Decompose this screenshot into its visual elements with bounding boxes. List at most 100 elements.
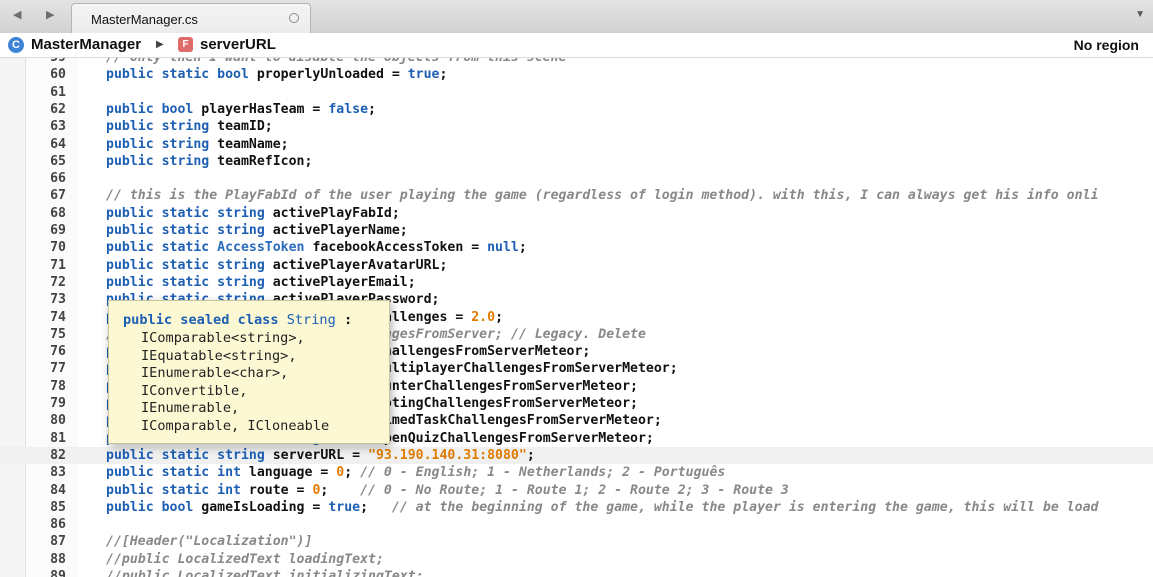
code-token: // 0 - English; 1 - Netherlands; 2 - Por… [360,465,726,481]
code-token: teamName; [217,136,289,152]
code-text: public static string activePlayerAvatarU… [106,257,447,274]
breadcrumb-member[interactable]: serverURL [200,36,276,53]
code-text: public static string activePlayerEmail; [106,274,416,291]
code-text: public string teamRefIcon; [106,153,312,170]
line-number: 59 [26,58,66,66]
code-token: ; [368,101,376,117]
tooltip-interface: IConvertible, [141,382,248,399]
region-selector[interactable]: No region [1074,37,1139,53]
code-token: > votingChallengesFromServerMeteor; [360,396,638,411]
code-line[interactable]: 86 [0,516,1153,533]
code-text: // only then I want to disable the objec… [106,58,567,66]
code-line[interactable]: 64 public string teamName; [0,136,1153,153]
forward-arrow-icon[interactable]: ▶ [46,8,54,21]
code-line[interactable]: 82 public static string serverURL = "93.1… [0,446,1153,465]
code-token: activePlayerName; [272,223,408,238]
code-token: //public LocalizedText initializingText; [106,569,424,577]
code-token: activePlayerAvatarURL; [272,257,448,273]
tooltip-keywords: public sealed class [123,312,287,328]
code-text: public string teamID; [106,118,273,135]
code-token: > multiplayerChallengesFromServerMeteor; [360,361,678,377]
code-token: ; [526,447,535,463]
tab-master-manager[interactable]: MasterManager.cs [71,3,311,33]
code-text: // this is the PlayFabId of the user pla… [106,187,1098,204]
tab-label: MasterManager.cs [91,12,198,27]
code-text: public static AccessToken facebookAccess… [106,239,527,256]
code-text: public static string serverURL = "93.190… [106,447,535,464]
code-line[interactable]: 65 public string teamRefIcon; [0,153,1153,170]
code-token: public string [106,153,218,169]
code-line[interactable]: 83 public static int language = 0; // 0 -… [0,464,1153,481]
code-token: public static string [106,274,273,290]
tab-bar: ◀ ▶ MasterManager.cs ▼ [0,0,1153,34]
code-token: ; [518,240,527,256]
code-line[interactable]: 59 // only then I want to disable the obj… [0,58,1153,66]
close-tab-icon[interactable] [289,13,299,23]
code-token: gameIsLoading = [201,499,329,515]
code-line[interactable]: 70 public static AccessToken facebookAcce… [0,239,1153,256]
code-token: playerHasTeam = [201,101,329,117]
code-line[interactable]: 61 [0,84,1153,101]
tooltip-colon: : [335,312,353,328]
code-line[interactable]: 67 // this is the PlayFabId of the user p… [0,187,1153,204]
line-number: 71 [50,257,66,273]
back-arrow-icon[interactable]: ◀ [13,8,21,21]
code-line[interactable]: 66 [0,170,1153,187]
code-line[interactable]: 60 public static bool properlyUnloaded = … [0,66,1153,83]
line-number: 62 [50,101,66,117]
code-line[interactable]: 87 //[Header("Localization")] [0,533,1153,550]
line-number: 70 [50,240,66,256]
line-number: 86 [50,517,66,533]
tooltip-interface: IComparable, ICloneable [141,417,330,434]
tooltip-interface: IEquatable<string>, [141,347,297,364]
code-token: 2.0 [471,309,496,325]
code-token: public static string [106,257,273,273]
code-line[interactable]: 69 public static string activePlayerName; [0,222,1153,239]
line-number: 78 [50,378,66,394]
code-line[interactable]: 62 public bool playerHasTeam = false; [0,101,1153,118]
code-token: ; [439,67,448,83]
code-text: public static string activePlayerName; [106,222,408,239]
code-line[interactable]: 72 public static string activePlayerEmail… [0,274,1153,291]
breadcrumb-class[interactable]: MasterManager [31,36,141,53]
line-number: 82 [50,447,66,463]
tab-list-dropdown-icon[interactable]: ▼ [1135,9,1145,20]
code-token: activePlayerEmail; [272,274,416,290]
code-token: facebookAccessToken = [312,240,488,256]
code-token: // 0 - No Route; 1 - Route 1; 2 - Route … [360,482,789,498]
code-line[interactable]: 71 public static string activePlayerAvata… [0,257,1153,274]
code-token: ; [320,482,361,498]
code-token: public static bool [106,67,257,83]
line-number: 65 [50,153,66,169]
line-number: 79 [50,396,66,411]
code-line[interactable]: 84 public static int route = 0; // 0 - No… [0,482,1153,499]
code-line[interactable]: 89 //public LocalizedText initializingTex… [0,568,1153,577]
code-token: language = [248,465,337,481]
tooltip-signature: public sealed class String : [123,312,352,328]
line-number: 72 [50,274,66,290]
tooltip-interface: IEnumerable, [141,400,240,416]
code-line[interactable]: 63 public string teamID; [0,118,1153,135]
line-number: 85 [50,499,66,515]
tooltip-interface: IComparable<string>, [141,330,305,346]
code-line[interactable]: 85 public bool gameIsLoading = true; // a… [0,499,1153,516]
code-line[interactable]: 68 public static string activePlayFabId; [0,205,1153,222]
code-text: //public LocalizedText loadingText; [106,551,384,568]
code-token: public string [106,119,218,135]
breadcrumb: C MasterManager ▶ F serverURL No region [0,33,1153,58]
code-token: activePlayFabId; [272,205,400,221]
line-number: 87 [50,534,66,550]
class-icon: C [8,37,24,53]
line-number: 69 [50,223,66,238]
code-line[interactable]: 88 //public LocalizedText loadingText; [0,551,1153,568]
line-number: 77 [50,361,66,377]
code-token: public static int [106,482,249,498]
line-number: 67 [50,188,66,204]
code-token: true [328,499,361,515]
code-token: public bool [106,101,202,117]
code-token: // this is the PlayFabId of the user pla… [106,188,1099,204]
line-number: 75 [50,326,66,342]
line-number: 63 [50,119,66,135]
line-number: 64 [50,136,66,152]
type-info-tooltip: public sealed class String : IComparable… [108,300,390,444]
